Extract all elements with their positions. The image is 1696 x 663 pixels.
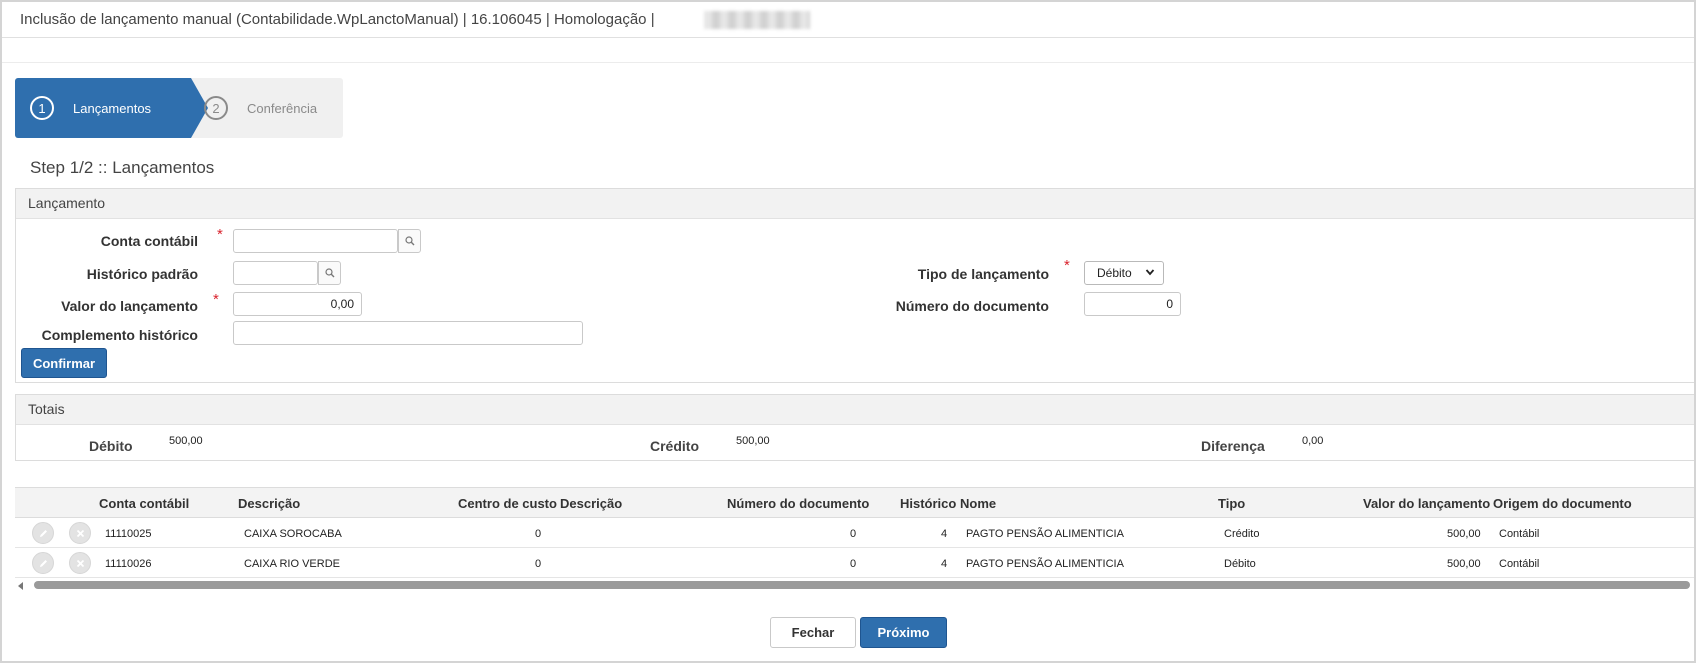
scroll-thumb[interactable] [34, 581, 1690, 589]
step-2-label[interactable]: Conferência [247, 101, 317, 116]
complemento-historico-label: Complemento histórico [41, 327, 198, 343]
edit-row-button[interactable] [32, 552, 54, 574]
grid-header: Conta contábil Descrição Centro de custo… [15, 488, 1694, 518]
step-2-number: 2 [204, 96, 228, 120]
cell-tipo: Crédito [1224, 528, 1260, 540]
col-historico[interactable]: Histórico [900, 496, 956, 511]
col-origem-documento[interactable]: Origem do documento [1493, 496, 1632, 511]
col-nome[interactable]: Nome [960, 496, 996, 511]
table-row: 11110025 CAIXA SOROCABA 0 0 4 PAGTO PENS… [15, 518, 1694, 548]
close-icon [76, 529, 85, 538]
col-conta-contabil[interactable]: Conta contábil [99, 496, 189, 511]
numero-documento-label: Número do documento [895, 298, 1049, 314]
cell-nome: PAGTO PENSÃO ALIMENTICIA [966, 528, 1124, 540]
cell-historico: 4 [941, 528, 948, 540]
chevron-down-icon [1145, 269, 1155, 276]
totais-panel-title: Totais [16, 395, 1694, 425]
cell-descricao: CAIXA SOROCABA [244, 528, 342, 540]
cell-historico: 4 [941, 558, 948, 570]
conta-contabil-search-button[interactable] [398, 229, 421, 253]
credito-total-value: 500,00 [736, 435, 770, 447]
cell-origem: Contábil [1499, 558, 1540, 570]
col-numero-documento[interactable]: Número do documento [727, 496, 869, 511]
cell-conta: 11110025 [105, 528, 152, 540]
conta-contabil-label: Conta contábil [100, 233, 198, 249]
confirmar-button[interactable]: Confirmar [21, 348, 107, 378]
cell-origem: Contábil [1499, 528, 1540, 540]
window-title: Inclusão de lançamento manual (Contabili… [20, 11, 655, 28]
cell-conta: 11110026 [105, 558, 152, 570]
col-tipo[interactable]: Tipo [1218, 496, 1245, 511]
cell-tipo: Débito [1224, 558, 1256, 570]
cell-valor: 500,00 [1447, 528, 1481, 540]
scroll-left-arrow-icon[interactable] [18, 582, 23, 590]
cell-centro-custo: 0 [535, 558, 542, 570]
table-row: 11110026 CAIXA RIO VERDE 0 0 4 PAGTO PEN… [15, 548, 1694, 578]
historico-padrao-label: Histórico padrão [86, 266, 198, 282]
edit-row-button[interactable] [32, 522, 54, 544]
col-valor-lancamento[interactable]: Valor do lançamento [1363, 496, 1490, 511]
pencil-icon [40, 530, 47, 537]
lancamentos-grid: Conta contábil Descrição Centro de custo… [15, 487, 1694, 592]
redacted-environment-name [704, 11, 810, 29]
search-icon [325, 268, 335, 278]
credito-total-label: Crédito [650, 438, 699, 454]
required-mark: * [1064, 257, 1070, 274]
tipo-lancamento-label: Tipo de lançamento [917, 266, 1049, 282]
cell-centro-custo: 0 [535, 528, 542, 540]
numero-documento-input[interactable] [1084, 292, 1181, 316]
content-divider [2, 62, 1694, 63]
valor-lancamento-input[interactable] [233, 292, 362, 316]
col-centro-custo[interactable]: Centro de custo [458, 496, 557, 511]
search-icon [405, 236, 415, 246]
pencil-icon [40, 560, 47, 567]
close-icon [76, 559, 85, 568]
col-descricao-cc[interactable]: Descrição [560, 496, 622, 511]
step-heading: Step 1/2 :: Lançamentos [30, 158, 215, 177]
delete-row-button[interactable] [69, 552, 91, 574]
grid-horizontal-scrollbar[interactable] [15, 579, 1694, 591]
conta-contabil-input[interactable] [233, 229, 398, 253]
cell-numero-documento: 0 [850, 528, 857, 540]
historico-padrao-search-button[interactable] [318, 261, 341, 285]
debito-total-label: Débito [89, 438, 133, 454]
step-1-number: 1 [30, 96, 54, 120]
lancamento-panel: Lançamento [15, 188, 1694, 383]
cell-nome: PAGTO PENSÃO ALIMENTICIA [966, 558, 1124, 570]
required-mark: * [213, 291, 219, 308]
delete-row-button[interactable] [69, 522, 91, 544]
debito-total-value: 500,00 [169, 435, 203, 447]
tipo-lancamento-select[interactable]: Débito [1084, 261, 1164, 285]
complemento-historico-input[interactable] [233, 321, 583, 345]
required-mark: * [217, 226, 223, 243]
cell-valor: 500,00 [1447, 558, 1481, 570]
step-1-label: Lançamentos [73, 101, 152, 116]
lancamento-panel-title: Lançamento [16, 189, 1694, 219]
wizard-stepper: 1 Lançamentos 2 Conferência [15, 78, 343, 138]
valor-lancamento-label: Valor do lançamento [61, 298, 198, 314]
cell-numero-documento: 0 [850, 558, 857, 570]
tipo-lancamento-selected: Débito [1097, 266, 1132, 280]
cell-descricao: CAIXA RIO VERDE [244, 558, 340, 570]
proximo-button[interactable]: Próximo [860, 617, 947, 648]
fechar-button[interactable]: Fechar [770, 617, 856, 648]
diferenca-total-value: 0,00 [1302, 435, 1324, 447]
totais-panel: Totais [15, 394, 1694, 461]
diferenca-total-label: Diferença [1201, 438, 1265, 454]
col-descricao[interactable]: Descrição [238, 496, 300, 511]
title-bar: Inclusão de lançamento manual (Contabili… [2, 2, 1694, 38]
historico-padrao-input[interactable] [233, 261, 318, 285]
